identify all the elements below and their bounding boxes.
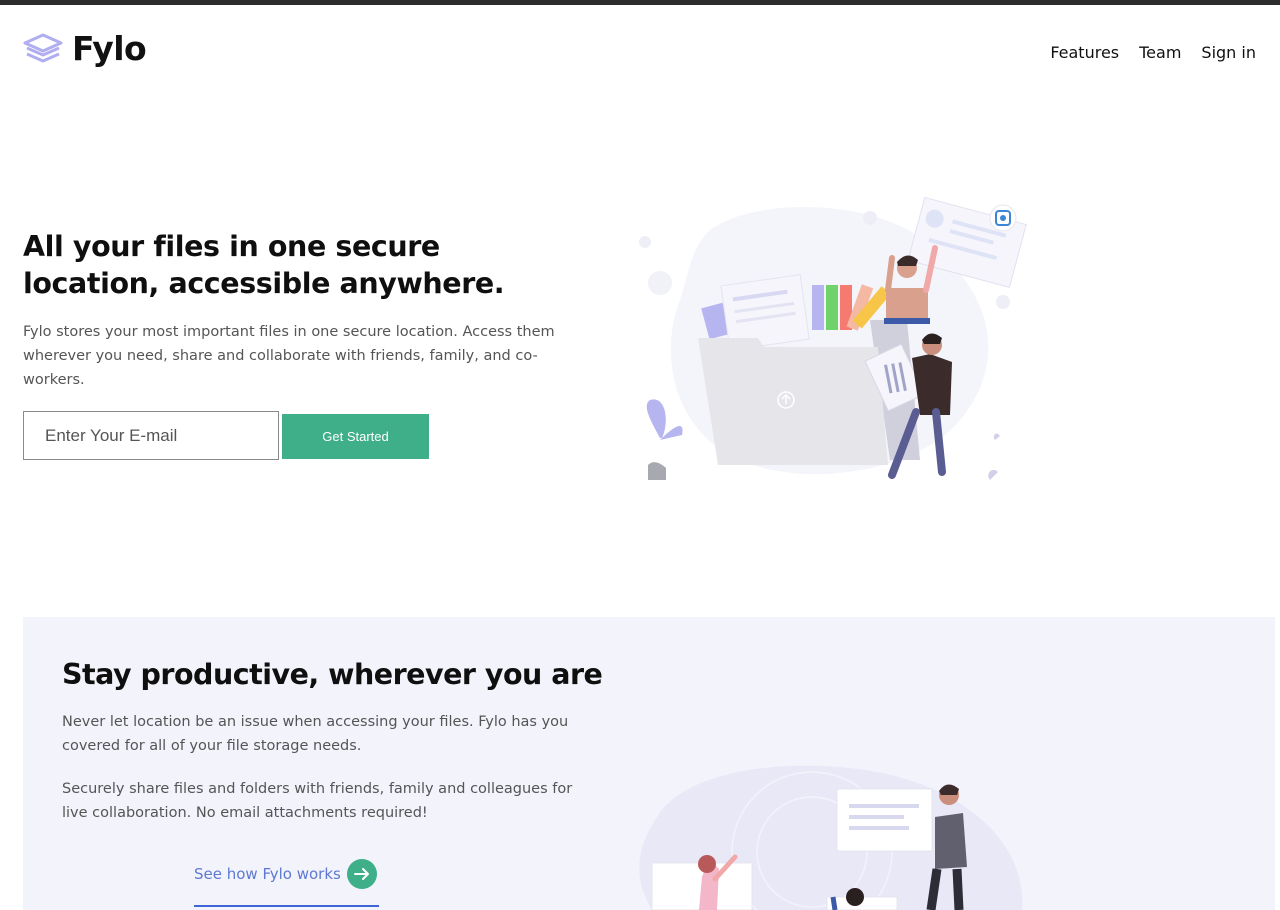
nav-team[interactable]: Team bbox=[1139, 43, 1181, 62]
see-how-link-label: See how Fylo works bbox=[194, 865, 341, 883]
main-nav: Features Team Sign in bbox=[1050, 43, 1256, 62]
productive-section: Stay productive, wherever you are Never … bbox=[23, 617, 1275, 910]
email-input[interactable] bbox=[23, 411, 279, 460]
nav-features[interactable]: Features bbox=[1050, 43, 1119, 62]
get-started-button[interactable]: Get Started bbox=[282, 414, 429, 459]
fylo-logo[interactable]: Fylo bbox=[22, 29, 147, 68]
hero-illustration bbox=[639, 196, 1027, 480]
nav-sign-in[interactable]: Sign in bbox=[1201, 43, 1256, 62]
hero-title: All your files in one secure location, a… bbox=[23, 230, 505, 300]
site-header: Fylo Features Team Sign in bbox=[0, 5, 1280, 85]
brand-name: Fylo bbox=[72, 29, 147, 68]
productive-title: Stay productive, wherever you are bbox=[62, 658, 603, 691]
stack-layers-icon bbox=[23, 33, 63, 63]
hero-description: Fylo stores your most important files in… bbox=[23, 324, 555, 388]
productive-illustration bbox=[639, 765, 1023, 910]
arrow-right-icon bbox=[346, 859, 377, 889]
productive-paragraph-2: Securely share files and folders with fr… bbox=[62, 781, 573, 821]
productive-paragraph-1: Never let location be an issue when acce… bbox=[62, 714, 569, 754]
link-underline bbox=[194, 905, 379, 907]
see-how-fylo-works-link[interactable]: See how Fylo works bbox=[194, 859, 377, 889]
